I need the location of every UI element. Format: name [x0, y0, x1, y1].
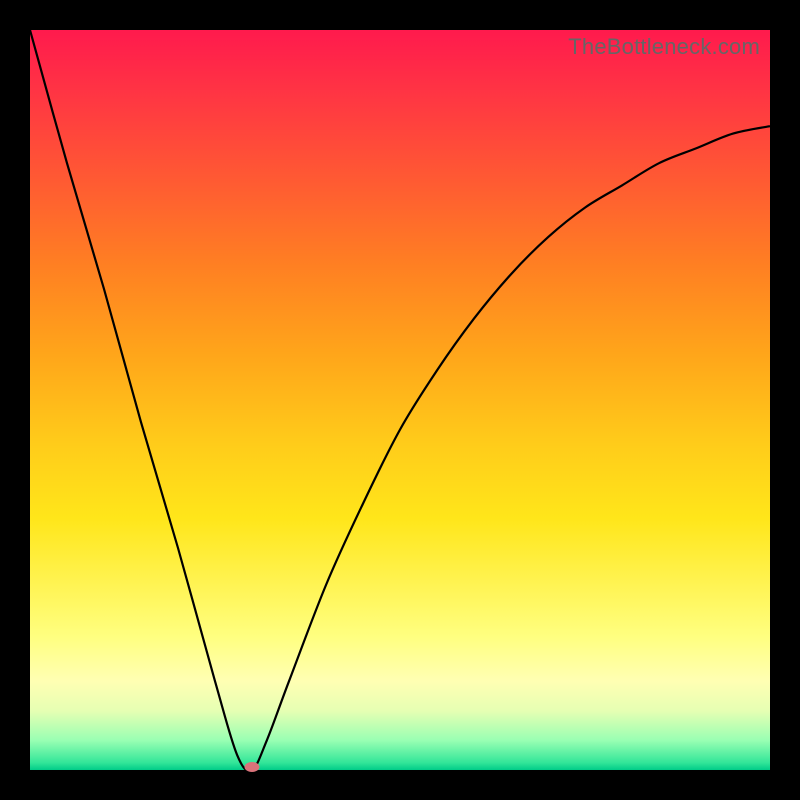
minimum-marker	[245, 762, 260, 772]
chart-frame: TheBottleneck.com	[0, 0, 800, 800]
curve-path	[30, 30, 770, 771]
bottleneck-curve	[30, 30, 770, 770]
plot-area: TheBottleneck.com	[30, 30, 770, 770]
